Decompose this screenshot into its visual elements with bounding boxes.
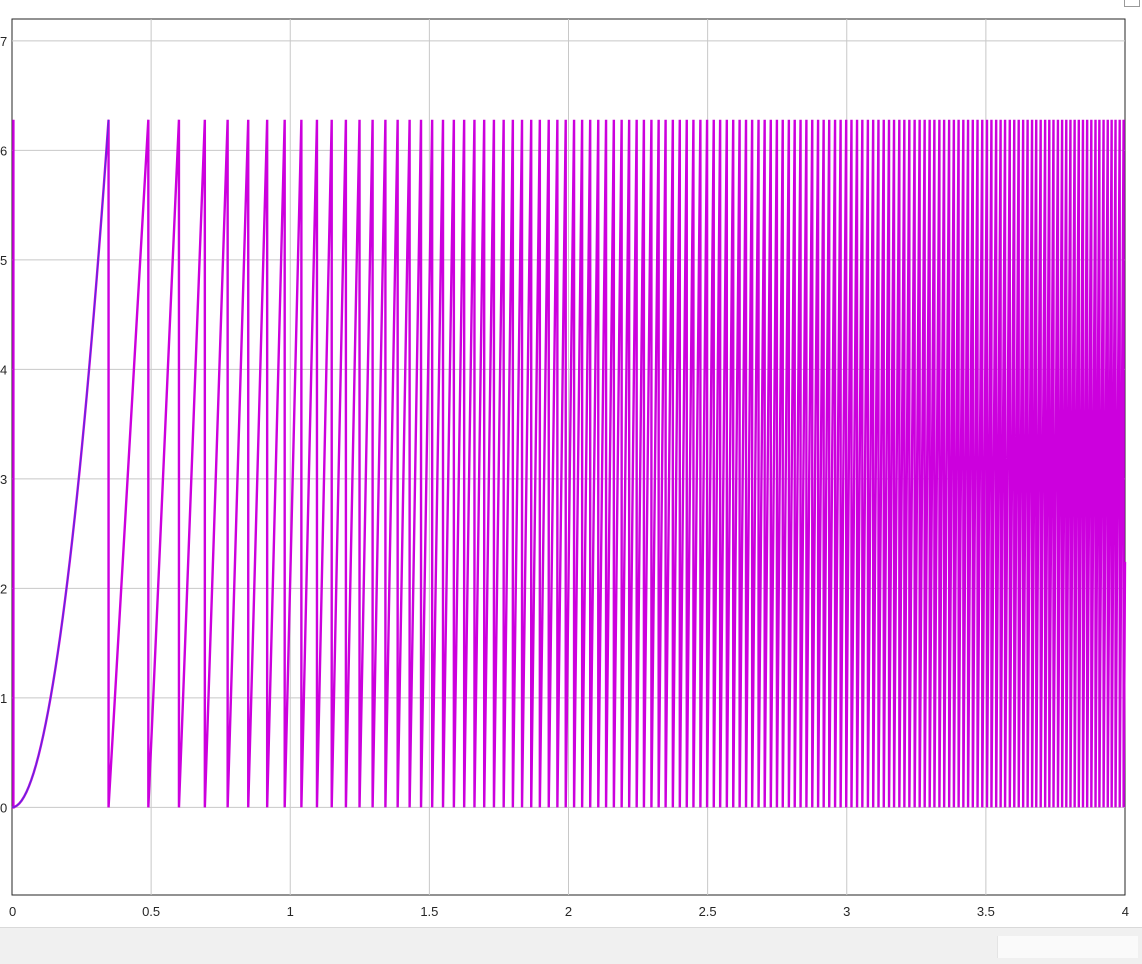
x-tick-label: 2 bbox=[565, 904, 572, 919]
x-tick-label: 3.5 bbox=[977, 904, 995, 919]
y-tick-label: 6 bbox=[0, 143, 7, 158]
x-tick-label: 1 bbox=[287, 904, 294, 919]
status-bar bbox=[0, 927, 1142, 964]
corner-icon[interactable] bbox=[1124, 0, 1140, 7]
y-tick-label: 0 bbox=[0, 800, 7, 815]
scope-plot: 0 0.5 1 1.5 2 2.5 3 3.5 4 0 1 2 3 4 5 6 7 bbox=[0, 18, 1129, 919]
x-tick-label: 2.5 bbox=[699, 904, 717, 919]
y-tick-label: 4 bbox=[0, 362, 7, 377]
x-tick-label: 3 bbox=[843, 904, 850, 919]
x-tick-label: 1.5 bbox=[420, 904, 438, 919]
x-tick-label: 4 bbox=[1122, 904, 1129, 919]
y-tick-label: 7 bbox=[0, 34, 7, 49]
y-tick-label: 3 bbox=[0, 472, 7, 487]
x-tick-label: 0.5 bbox=[142, 904, 160, 919]
x-tick-label: 0 bbox=[9, 904, 16, 919]
y-tick-label: 2 bbox=[0, 581, 7, 596]
status-field bbox=[997, 936, 1138, 958]
y-tick-label: 1 bbox=[0, 691, 7, 706]
y-tick-label: 5 bbox=[0, 253, 7, 268]
